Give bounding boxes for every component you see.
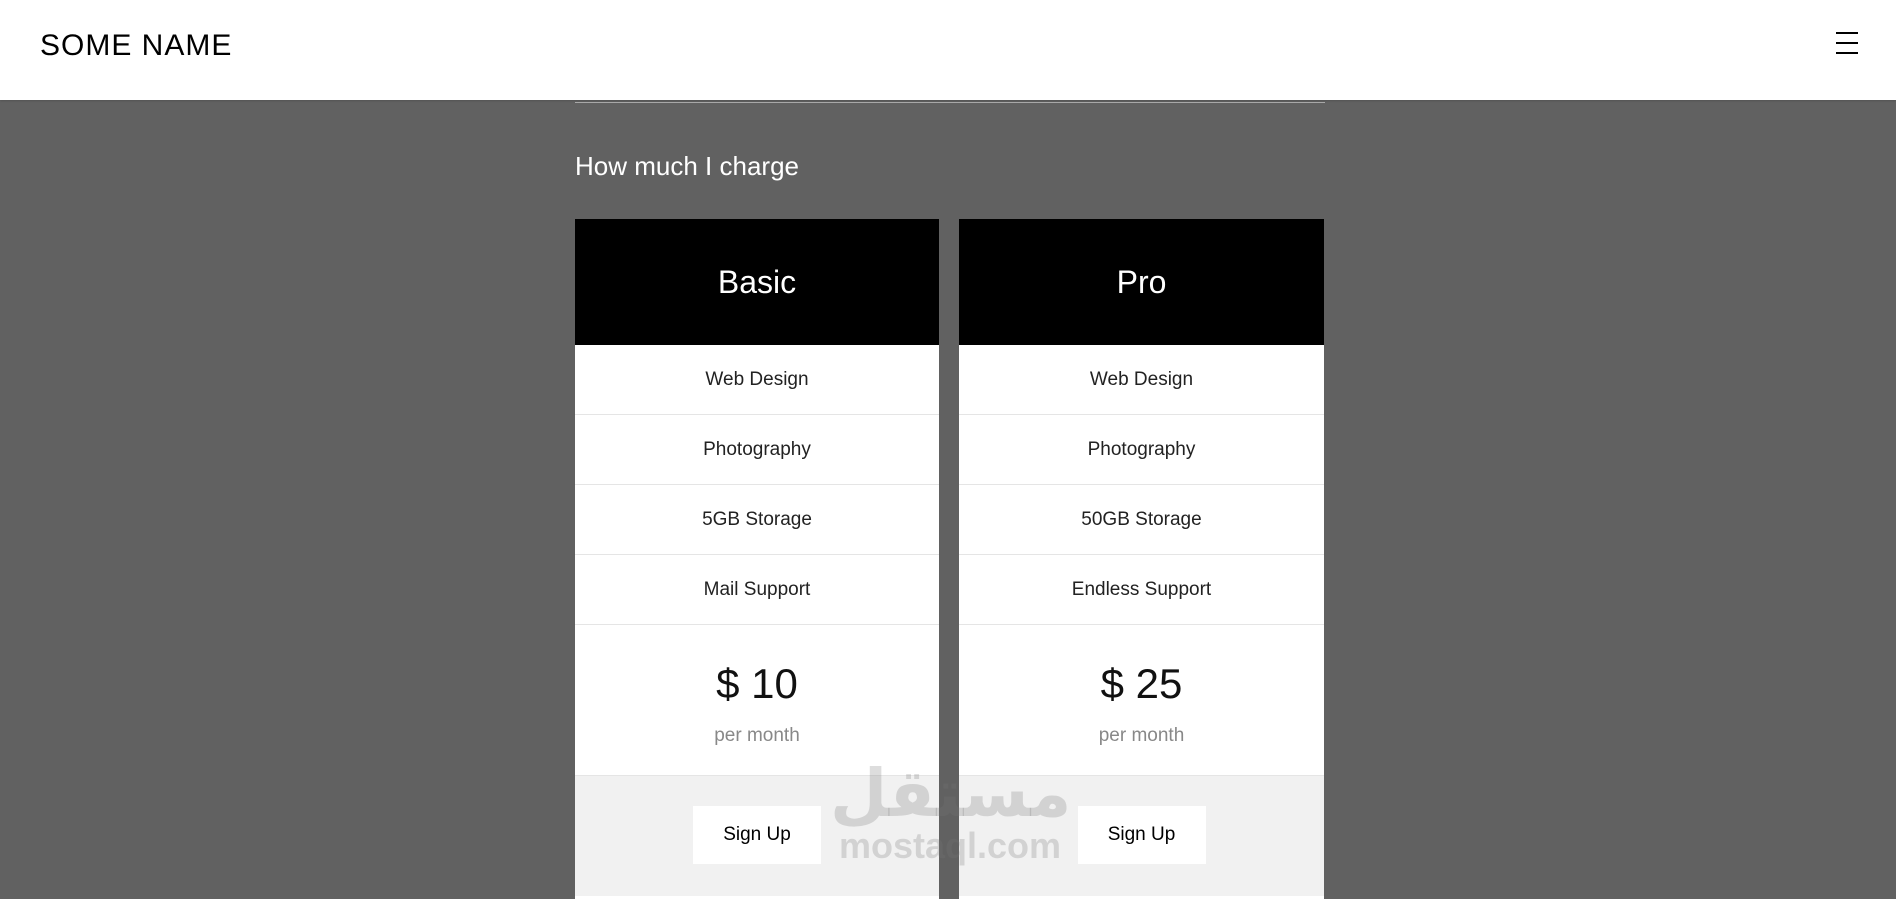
- plan-period: per month: [1098, 725, 1185, 746]
- plan-feature: 50GB Storage: [959, 485, 1324, 555]
- menu-icon-line: [1836, 52, 1858, 54]
- plan-feature: Photography: [959, 415, 1324, 485]
- section-divider: [575, 102, 1325, 103]
- sign-up-button-basic[interactable]: Sign Up: [693, 806, 821, 864]
- sign-up-button-pro[interactable]: Sign Up: [1077, 806, 1206, 864]
- price-block: $ 25 per month: [959, 625, 1324, 776]
- plan-price: $ 25: [1100, 660, 1183, 707]
- card-footer: Sign Up: [575, 776, 939, 896]
- plan-feature: Mail Support: [575, 555, 939, 625]
- pricing-card-basic: Basic Web Design Photography 5GB Storage…: [575, 219, 939, 899]
- plan-name: Pro: [959, 219, 1324, 345]
- pricing-card-pro: Pro Web Design Photography 50GB Storage …: [959, 219, 1324, 899]
- plan-feature: Photography: [575, 415, 939, 485]
- hamburger-menu-icon[interactable]: [1836, 32, 1858, 54]
- plan-feature: Endless Support: [959, 555, 1324, 625]
- plan-feature: Web Design: [959, 345, 1324, 415]
- plan-name: Basic: [575, 219, 939, 345]
- brand-name[interactable]: SOME NAME: [40, 29, 232, 63]
- price-block: $ 10 per month: [575, 625, 939, 776]
- card-footer: Sign Up: [959, 776, 1324, 896]
- plan-price: $ 10: [716, 660, 798, 707]
- menu-icon-line: [1836, 42, 1858, 44]
- section-title: How much I charge: [575, 151, 799, 181]
- plan-feature: 5GB Storage: [575, 485, 939, 555]
- menu-icon-line: [1836, 32, 1858, 34]
- plan-period: per month: [714, 725, 800, 746]
- plan-feature: Web Design: [575, 345, 939, 415]
- top-navbar: SOME NAME: [0, 0, 1896, 100]
